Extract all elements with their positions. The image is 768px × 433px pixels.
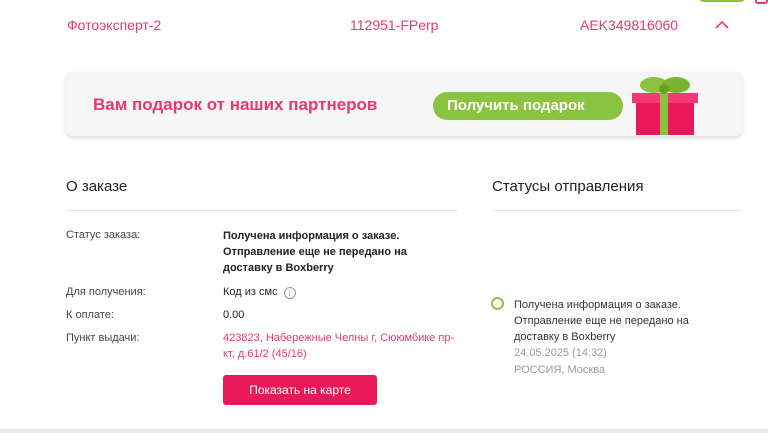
payment-value: 0.00 bbox=[223, 309, 245, 321]
order-status-label: Статус заказа: bbox=[66, 229, 141, 241]
chevron-up-icon[interactable] bbox=[713, 18, 731, 32]
status-item-location: РОССИЯ, Москва bbox=[514, 364, 606, 376]
shipment-row[interactable]: Фотоэксперт-2 112951-FPerp AEK349816060 bbox=[0, 0, 768, 56]
order-divider bbox=[66, 210, 458, 211]
gift-banner-text: Вам подарок от наших партнеров bbox=[93, 95, 378, 114]
gift-box-icon bbox=[632, 77, 698, 135]
info-icon[interactable]: i bbox=[283, 287, 296, 299]
receive-value-row: Код из смс i bbox=[223, 284, 296, 300]
receive-label: Для получения: bbox=[66, 286, 146, 298]
gift-banner: Вам подарок от наших партнеров Получить … bbox=[66, 72, 742, 136]
statuses-divider bbox=[492, 210, 742, 211]
order-status-value: Получена информация о заказе. Отправлени… bbox=[223, 230, 407, 274]
status-item-date: 24.05.2025 (14:32) bbox=[514, 347, 607, 359]
status-circle-icon bbox=[491, 297, 504, 310]
tracking-number: AEK349816060 bbox=[580, 17, 679, 33]
pickup-address-link[interactable]: 423823, Набережные Челны г, Сююмбике пр-… bbox=[223, 330, 459, 362]
order-number: 112951-FPerp bbox=[350, 17, 439, 33]
order-section-title: О заказе bbox=[66, 178, 128, 195]
receive-value: Код из смс bbox=[223, 286, 278, 298]
pickup-label: Пункт выдачи: bbox=[66, 332, 140, 344]
payment-label: К оплате: bbox=[66, 309, 114, 321]
status-item-text: Получена информация о заказе. Отправлени… bbox=[514, 299, 689, 343]
statuses-section-title: Статусы отправления bbox=[492, 178, 644, 195]
show-on-map-button[interactable]: Показать на карте bbox=[223, 375, 377, 405]
get-gift-button[interactable]: Получить подарок bbox=[433, 92, 623, 120]
shop-name: Фотоэксперт-2 bbox=[67, 17, 162, 33]
bottom-strip bbox=[0, 429, 768, 433]
